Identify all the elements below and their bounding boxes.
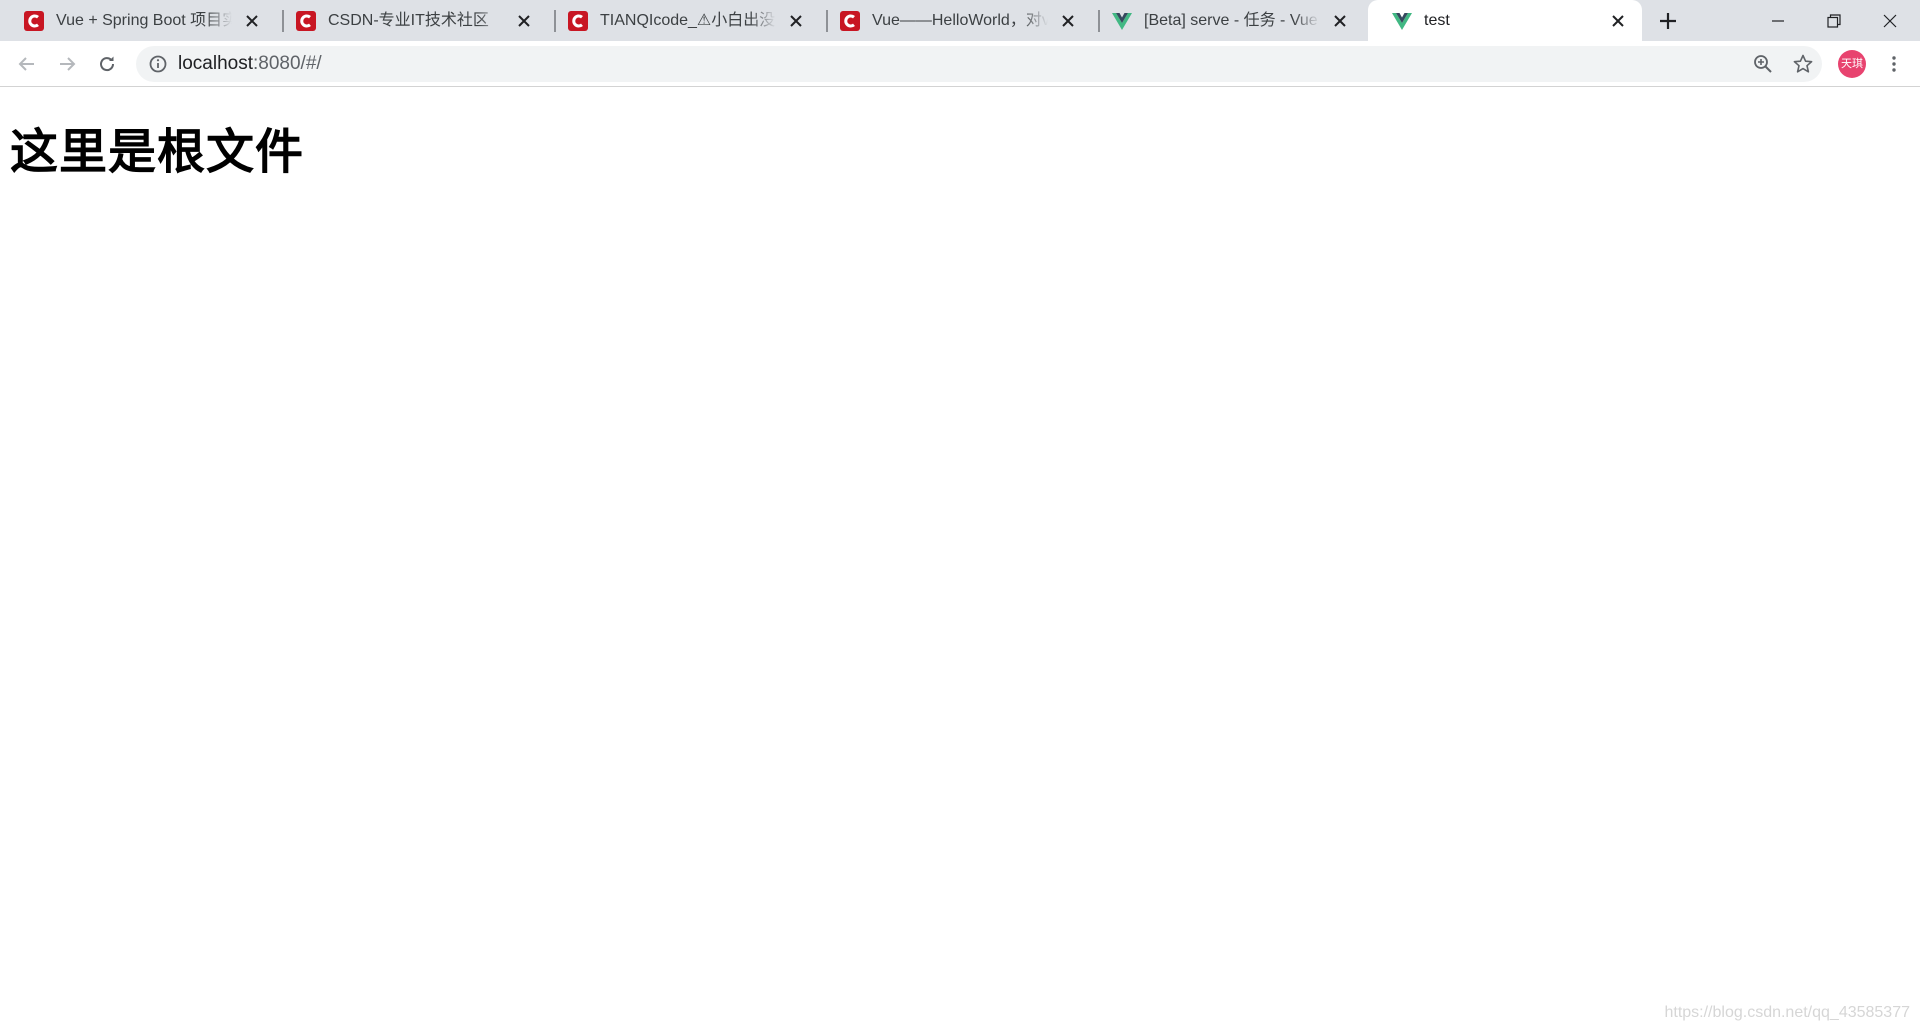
restore-button[interactable]: [1806, 0, 1862, 41]
tab-tianqicode[interactable]: TIANQIcode_⚠小白出没⚠: [544, 0, 820, 41]
tab-vue-spring-boot[interactable]: Vue + Spring Boot 项目实战: [0, 0, 276, 41]
forward-arrow-icon: [60, 57, 76, 71]
csdn-icon: [840, 11, 860, 31]
tab-title: Vue + Spring Boot 项目实战: [56, 12, 232, 29]
vue-icon: [1112, 13, 1132, 30]
tab-csdn-home[interactable]: CSDN-专业IT技术社区: [272, 0, 548, 41]
bookmark-star-icon[interactable]: [1792, 53, 1814, 75]
reload-icon: [100, 56, 115, 72]
close-icon[interactable]: [514, 11, 534, 31]
minimize-icon: [1772, 19, 1784, 22]
url-host: localhost: [178, 53, 253, 74]
url-text[interactable]: localhost:8080/#/: [178, 54, 322, 74]
zoom-icon[interactable]: [1752, 53, 1774, 75]
close-window-icon: [1883, 14, 1897, 27]
browser-toolbar: localhost:8080/#/ 天琪: [0, 41, 1920, 87]
close-icon[interactable]: [1330, 11, 1350, 31]
url-path: :8080/#/: [253, 53, 322, 74]
close-icon[interactable]: [1608, 11, 1628, 31]
close-icon[interactable]: [242, 11, 262, 31]
profile-avatar[interactable]: 天琪: [1838, 50, 1866, 78]
reload-button[interactable]: [93, 50, 121, 78]
tab-title: [Beta] serve - 任务 - Vue CLI: [1144, 12, 1320, 29]
csdn-icon: [568, 11, 588, 31]
back-arrow-icon: [18, 57, 34, 71]
close-icon[interactable]: [1058, 11, 1078, 31]
close-window-button[interactable]: [1862, 0, 1918, 41]
address-bar[interactable]: localhost:8080/#/: [136, 46, 1822, 82]
new-tab-plus-icon[interactable]: [1656, 9, 1680, 33]
browser-menu-button[interactable]: [1880, 50, 1908, 78]
kebab-menu-icon: [1892, 56, 1896, 72]
tab-title: TIANQIcode_⚠小白出没⚠: [600, 12, 776, 29]
tab-vue-helloworld[interactable]: Vue——HelloWorld，对vue: [816, 0, 1092, 41]
tab-vue-cli-serve[interactable]: [Beta] serve - 任务 - Vue CLI: [1088, 0, 1364, 41]
vue-icon: [1392, 13, 1412, 30]
tab-title: CSDN-专业IT技术社区: [328, 12, 489, 29]
csdn-icon: [296, 11, 316, 31]
tab-title: test: [1424, 12, 1450, 29]
tab-title: Vue——HelloWorld，对vue: [872, 12, 1048, 29]
restore-icon: [1827, 13, 1841, 28]
back-button[interactable]: [13, 50, 41, 78]
csdn-icon: [24, 11, 44, 31]
info-icon[interactable]: [148, 54, 168, 74]
close-icon[interactable]: [786, 11, 806, 31]
page-heading: 这里是根文件: [10, 124, 305, 180]
forward-button[interactable]: [53, 50, 81, 78]
watermark: https://blog.csdn.net/qq_43585377: [1664, 1004, 1910, 1021]
tab-test[interactable]: test: [1368, 0, 1642, 41]
page-content: 这里是根文件 https://blog.csdn.net/qq_43585377: [0, 88, 1920, 1030]
tab-strip: Vue + Spring Boot 项目实战 CSDN-专业IT技术社区 TIA…: [0, 0, 1920, 41]
minimize-button[interactable]: [1750, 0, 1806, 41]
